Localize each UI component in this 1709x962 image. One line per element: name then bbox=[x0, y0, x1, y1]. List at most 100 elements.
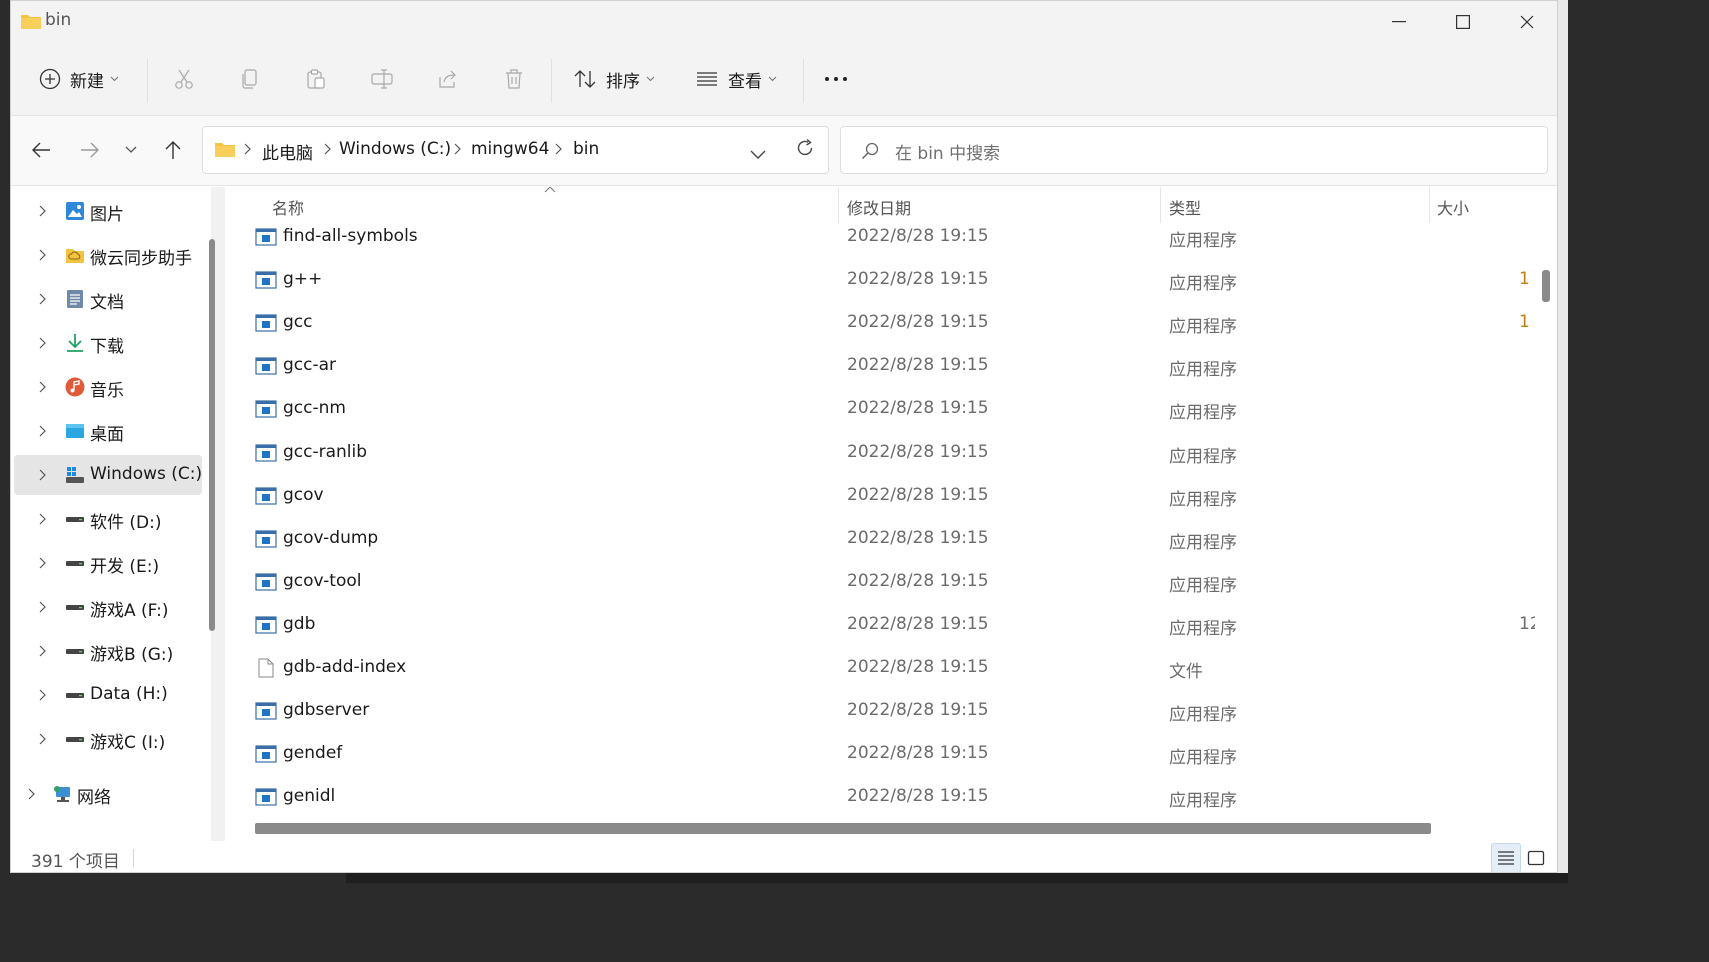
search-placeholder: 在 bin 中搜索 bbox=[895, 144, 1001, 164]
file-list-vertical-scrollbar[interactable] bbox=[1542, 270, 1550, 302]
item-count: 391 个项目 bbox=[31, 852, 120, 872]
file-row[interactable]: gcov-tool 2022/8/28 19:15 应用程序 bbox=[225, 561, 1535, 604]
paste-button[interactable] bbox=[300, 63, 332, 95]
clipboard-icon bbox=[307, 69, 325, 89]
file-name: gcc-ar bbox=[283, 355, 337, 376]
breadcrumb-mingw64[interactable]: mingw64 bbox=[471, 139, 549, 159]
file-date: 2022/8/28 19:15 bbox=[847, 226, 989, 246]
more-dots-icon bbox=[825, 77, 847, 81]
more-options-button[interactable] bbox=[820, 63, 852, 95]
file-date: 2022/8/28 19:15 bbox=[847, 743, 989, 764]
sidebar-item-downloads[interactable]: 下载 bbox=[14, 323, 202, 363]
minimize-button[interactable] bbox=[1367, 1, 1431, 43]
sidebar-item-drive-e[interactable]: 开发 (E:) bbox=[14, 543, 202, 583]
file-row[interactable]: gcov 2022/8/28 19:15 应用程序 bbox=[225, 475, 1535, 518]
chevron-right-icon bbox=[28, 788, 35, 800]
new-button[interactable]: 新建 bbox=[39, 59, 119, 99]
file-row[interactable]: gcc-ar 2022/8/28 19:15 应用程序 bbox=[225, 345, 1535, 388]
exe-icon bbox=[255, 313, 277, 333]
toolbar-divider bbox=[147, 59, 148, 103]
exe-icon bbox=[255, 744, 277, 764]
file-row[interactable]: gdb 2022/8/28 19:15 应用程序 12 bbox=[225, 604, 1535, 647]
file-row[interactable]: genidl 2022/8/28 19:15 应用程序 bbox=[225, 776, 1535, 819]
sort-arrows-icon bbox=[574, 70, 596, 88]
file-row[interactable]: gcc 2022/8/28 19:15 应用程序 1 bbox=[225, 302, 1535, 345]
file-row[interactable]: gcc-nm 2022/8/28 19:15 应用程序 bbox=[225, 388, 1535, 431]
search-input[interactable]: 在 bin 中搜索 bbox=[840, 126, 1548, 174]
sidebar-item-music[interactable]: 音乐 bbox=[14, 367, 202, 407]
file-type: 应用程序 bbox=[1169, 748, 1237, 769]
file-row[interactable]: g++ 2022/8/28 19:15 应用程序 1 bbox=[225, 259, 1535, 302]
file-row[interactable]: gdbserver 2022/8/28 19:15 应用程序 bbox=[225, 690, 1535, 733]
file-row[interactable]: gendef 2022/8/28 19:15 应用程序 bbox=[225, 733, 1535, 776]
sidebar-item-drive-h[interactable]: Data (H:) bbox=[14, 675, 202, 715]
file-size: 1 bbox=[1519, 312, 1530, 333]
up-button[interactable] bbox=[157, 134, 189, 166]
sidebar-item-drive-d[interactable]: 软件 (D:) bbox=[14, 499, 202, 539]
maximize-button[interactable] bbox=[1431, 1, 1495, 43]
chevron-right-icon bbox=[39, 469, 46, 481]
share-button[interactable] bbox=[432, 63, 464, 95]
refresh-button[interactable] bbox=[789, 132, 821, 164]
sidebar-item-desktop[interactable]: 桌面 bbox=[14, 411, 202, 451]
large-icons-view-button[interactable] bbox=[1521, 843, 1551, 872]
tiles-view-icon bbox=[1527, 850, 1545, 866]
sidebar-item-drive-g[interactable]: 游戏B (G:) bbox=[14, 631, 202, 671]
file-date: 2022/8/28 19:15 bbox=[847, 700, 989, 721]
file-type: 应用程序 bbox=[1169, 705, 1237, 726]
view-button[interactable]: 查看 bbox=[695, 59, 777, 99]
file-name: find-all-symbols bbox=[283, 226, 418, 246]
file-list-horizontal-scrollbar[interactable] bbox=[255, 823, 1431, 834]
arrow-right-icon bbox=[81, 142, 99, 158]
chevron-right-icon bbox=[39, 689, 46, 701]
folder-icon bbox=[20, 12, 42, 34]
sidebar-item-weiyun[interactable]: 微云同步助手 bbox=[14, 235, 202, 275]
chevron-right-icon bbox=[39, 337, 46, 349]
sidebar-item-pictures[interactable]: 图片 bbox=[14, 191, 202, 231]
exe-icon bbox=[255, 486, 277, 506]
file-date: 2022/8/28 19:15 bbox=[847, 398, 989, 419]
exe-icon bbox=[255, 399, 277, 419]
delete-button[interactable] bbox=[498, 63, 530, 95]
sidebar-item-windows-c[interactable]: Windows (C:) bbox=[14, 455, 202, 495]
toolbar-divider bbox=[803, 59, 804, 103]
file-row[interactable]: gcov-dump 2022/8/28 19:15 应用程序 bbox=[225, 518, 1535, 561]
sidebar-item-drive-f[interactable]: 游戏A (F:) bbox=[14, 587, 202, 627]
file-row[interactable]: gdb-add-index 2022/8/28 19:15 文件 bbox=[225, 647, 1535, 690]
sidebar-item-documents[interactable]: 文档 bbox=[14, 279, 202, 319]
rename-button[interactable] bbox=[366, 63, 398, 95]
breadcrumb-bin[interactable]: bin bbox=[573, 139, 599, 159]
copy-button[interactable] bbox=[234, 63, 266, 95]
file-date: 2022/8/28 19:15 bbox=[847, 657, 989, 677]
breadcrumb-windows-c[interactable]: Windows (C:) bbox=[339, 139, 451, 159]
address-bar[interactable]: 此电脑 Windows (C:) mingw64 bin bbox=[202, 126, 829, 174]
file-type: 应用程序 bbox=[1169, 274, 1237, 295]
file-name: gcov bbox=[283, 484, 324, 505]
address-dropdown-button[interactable] bbox=[750, 145, 766, 164]
cut-button[interactable] bbox=[168, 63, 200, 95]
recent-locations-button[interactable] bbox=[115, 134, 147, 166]
chevron-right-icon bbox=[39, 645, 46, 657]
chevron-right-icon bbox=[39, 557, 46, 569]
background-strip bbox=[1558, 0, 1568, 873]
file-row[interactable]: find-all-symbols 2022/8/28 19:15 应用程序 bbox=[225, 216, 1535, 259]
drive-icon bbox=[66, 605, 84, 610]
file-row[interactable]: gcc-ranlib 2022/8/28 19:15 应用程序 bbox=[225, 432, 1535, 475]
chevron-down-icon bbox=[768, 76, 777, 82]
status-bar: 391 个项目 bbox=[11, 841, 1557, 872]
sort-ascending-icon bbox=[544, 187, 556, 193]
file-type: 应用程序 bbox=[1169, 317, 1237, 338]
details-view-button[interactable] bbox=[1491, 843, 1521, 872]
breadcrumb-this-pc[interactable]: 此电脑 bbox=[262, 139, 313, 164]
file-date: 2022/8/28 19:15 bbox=[847, 355, 989, 376]
exe-icon bbox=[255, 227, 277, 247]
forward-button[interactable] bbox=[74, 134, 106, 166]
sidebar-scrollbar[interactable] bbox=[209, 239, 215, 631]
network-icon bbox=[54, 786, 70, 802]
sort-button[interactable]: 排序 bbox=[573, 59, 655, 99]
close-button[interactable] bbox=[1495, 1, 1557, 43]
sidebar-item-drive-i[interactable]: 游戏C (I:) bbox=[14, 719, 202, 759]
sidebar-item-network[interactable]: 网络 bbox=[11, 774, 191, 814]
chevron-right-icon bbox=[39, 601, 46, 613]
back-button[interactable] bbox=[25, 134, 57, 166]
